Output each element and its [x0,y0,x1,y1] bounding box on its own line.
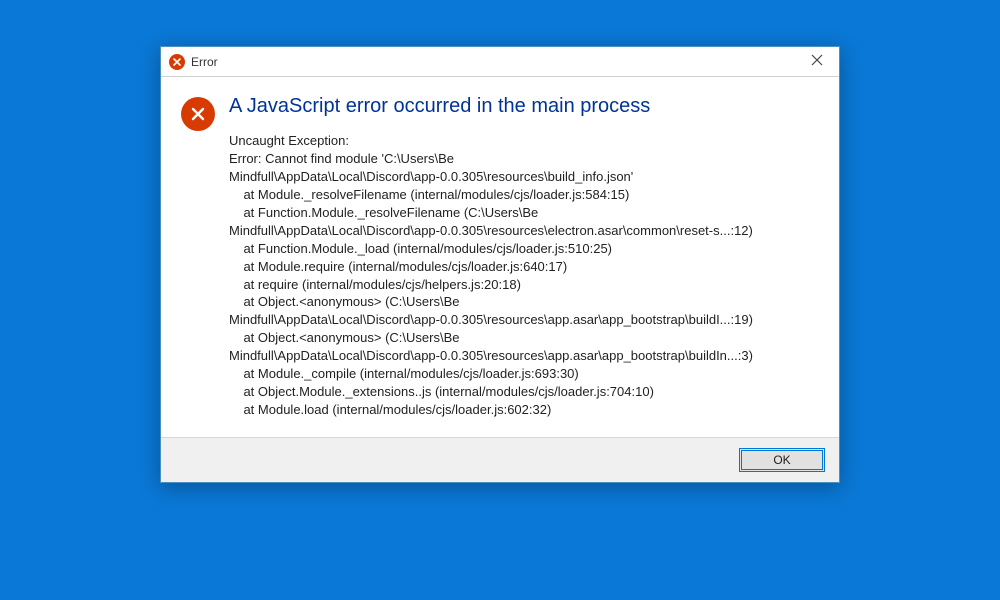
ok-button[interactable]: OK [739,448,825,472]
error-icon [169,54,185,70]
dialog-footer: OK [161,438,839,482]
error-icon [181,97,215,131]
titlebar[interactable]: Error [161,47,839,77]
window-title: Error [191,55,794,69]
content-body: A JavaScript error occurred in the main … [229,95,819,419]
close-icon [811,53,823,71]
dialog-content: A JavaScript error occurred in the main … [161,77,839,433]
error-dialog: Error A JavaScript error occurred in the… [160,46,840,483]
error-message: Uncaught Exception: Error: Cannot find m… [229,132,819,419]
close-button[interactable] [794,47,839,77]
error-heading: A JavaScript error occurred in the main … [229,95,819,118]
